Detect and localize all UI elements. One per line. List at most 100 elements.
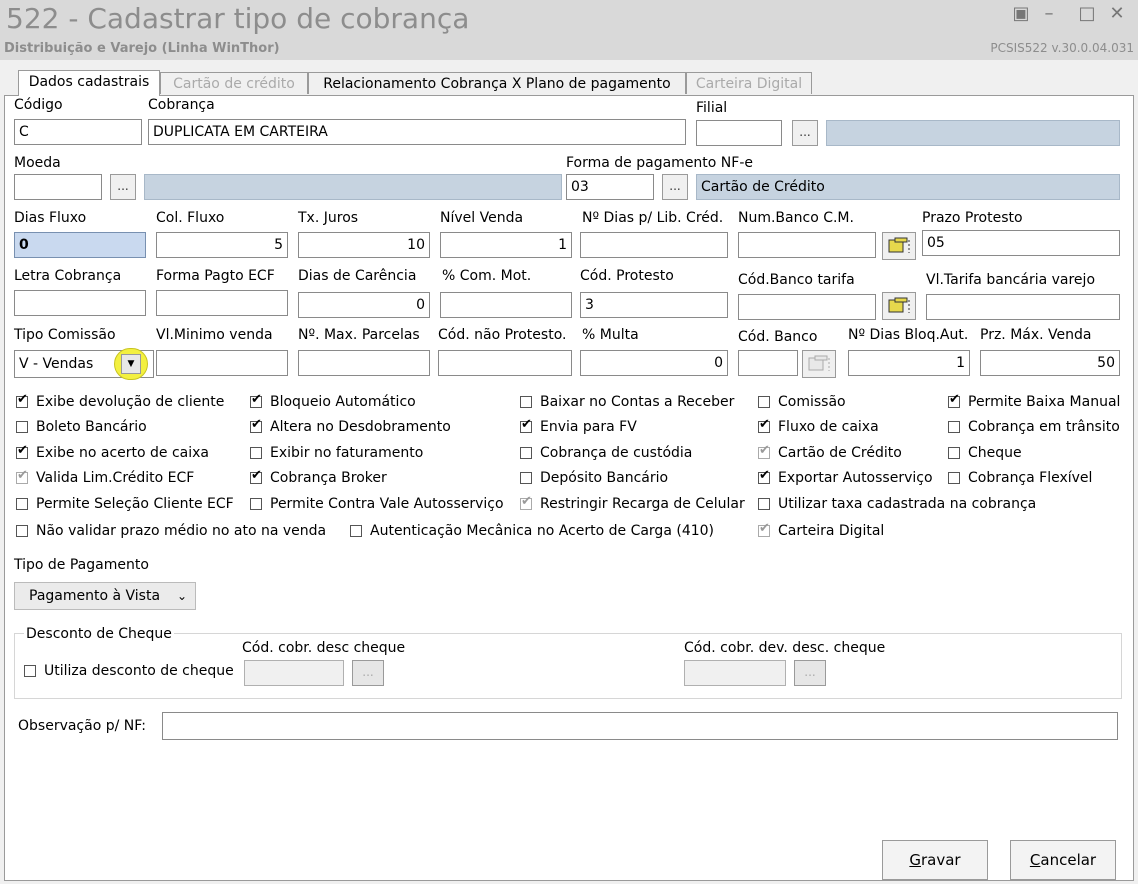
checkbox-box[interactable] xyxy=(520,472,532,484)
checkbox-box[interactable] xyxy=(520,447,532,459)
cod-banco-tarifa-search-icon[interactable] xyxy=(882,292,916,320)
checkbox-box[interactable]: ✔ xyxy=(250,393,262,408)
prz-max-venda-input[interactable]: 50 xyxy=(980,350,1120,376)
checkbox-cheque[interactable]: Cheque xyxy=(948,444,1022,462)
dias-fluxo-input[interactable]: 0 xyxy=(14,232,146,258)
checkbox-altera-desdobramento[interactable]: ✔ Altera no Desdobramento xyxy=(250,418,451,436)
tab-carteira-digital[interactable]: Carteira Digital xyxy=(686,72,812,94)
multa-input[interactable]: 0 xyxy=(580,350,728,376)
dias-carencia-input[interactable]: 0 xyxy=(298,292,430,318)
cod-banco-input[interactable] xyxy=(738,350,798,376)
checkbox-permite-baixa-manual[interactable]: ✔ Permite Baixa Manual xyxy=(948,393,1120,411)
checkbox-box[interactable] xyxy=(758,396,770,408)
checkbox-box[interactable] xyxy=(948,421,960,433)
cod-protesto-input[interactable]: 3 xyxy=(580,292,728,318)
checkbox-box[interactable] xyxy=(250,447,262,459)
vl-minimo-venda-input[interactable] xyxy=(156,350,288,376)
checkbox-cobranca-custodia[interactable]: Cobrança de custódia xyxy=(520,444,692,462)
cod-cobr-desc-cheque-search-button[interactable]: ... xyxy=(352,660,384,686)
cobranca-input[interactable]: DUPLICATA EM CARTEIRA xyxy=(148,119,686,145)
checkbox-valida-lim-credito[interactable]: ✔ Valida Lim.Crédito ECF xyxy=(16,469,194,487)
checkbox-box[interactable]: ✔ xyxy=(520,495,532,510)
cod-cobr-dev-desc-cheque-search-button[interactable]: ... xyxy=(794,660,826,686)
checkbox-permite-selecao-cliente[interactable]: Permite Seleção Cliente ECF xyxy=(16,495,234,513)
checkbox-box[interactable] xyxy=(24,665,36,677)
checkbox-box[interactable] xyxy=(758,498,770,510)
checkbox-box[interactable] xyxy=(16,525,28,537)
checkbox-bloqueio-automatico[interactable]: ✔ Bloqueio Automático xyxy=(250,393,416,411)
checkbox-exibir-faturamento[interactable]: Exibir no faturamento xyxy=(250,444,423,462)
chevron-down-icon[interactable]: ▼ xyxy=(121,354,141,374)
checkbox-box[interactable] xyxy=(350,525,362,537)
cod-cobr-dev-desc-cheque-input[interactable] xyxy=(684,660,786,686)
com-mot-input[interactable] xyxy=(440,292,572,318)
maximize-icon[interactable]: □ xyxy=(1076,4,1098,24)
checkbox-box[interactable] xyxy=(250,498,262,510)
checkbox-exportar-autosservico[interactable]: ✔ Exportar Autosserviço xyxy=(758,469,933,487)
checkbox-box[interactable] xyxy=(520,396,532,408)
vl-tarifa-input[interactable] xyxy=(926,294,1120,320)
filial-search-button[interactable]: ... xyxy=(792,120,818,146)
filial-input[interactable] xyxy=(696,120,782,146)
checkbox-utilizar-taxa[interactable]: Utilizar taxa cadastrada na cobrança xyxy=(758,495,1036,513)
checkbox-autenticacao-mecanica[interactable]: Autenticação Mecânica no Acerto de Carga… xyxy=(350,522,714,540)
checkbox-box[interactable]: ✔ xyxy=(250,418,262,433)
tipo-pagamento-select[interactable]: Pagamento à Vista ⌄ xyxy=(14,582,196,610)
checkbox-exibe-acerto-caixa[interactable]: ✔ Exibe no acerto de caixa xyxy=(16,444,209,462)
letra-cobranca-input[interactable] xyxy=(14,290,146,316)
cod-banco-tarifa-input[interactable] xyxy=(738,294,876,320)
checkbox-comissao[interactable]: Comissão xyxy=(758,393,846,411)
checkbox-box[interactable]: ✔ xyxy=(948,393,960,408)
cod-cobr-desc-cheque-input[interactable] xyxy=(244,660,344,686)
checkbox-nao-validar-prazo[interactable]: Não validar prazo médio no ato na venda xyxy=(16,522,326,540)
gravar-button[interactable]: Gravar xyxy=(882,840,988,880)
checkbox-box[interactable]: ✔ xyxy=(250,469,262,484)
tab-dados-cadastrais[interactable]: Dados cadastrais xyxy=(18,70,160,96)
tx-juros-input[interactable]: 10 xyxy=(298,232,430,258)
dias-bloq-aut-input[interactable]: 1 xyxy=(848,350,970,376)
moeda-search-button[interactable]: ... xyxy=(110,174,136,200)
minimize-icon[interactable]: – xyxy=(1038,4,1060,24)
checkbox-box[interactable]: ✔ xyxy=(758,444,770,459)
tab-relacionamento[interactable]: Relacionamento Cobrança X Plano de pagam… xyxy=(308,72,686,94)
checkbox-baixar-contas-receber[interactable]: Baixar no Contas a Receber xyxy=(520,393,734,411)
codigo-input[interactable]: C xyxy=(14,119,142,145)
checkbox-cobranca-broker[interactable]: ✔ Cobrança Broker xyxy=(250,469,387,487)
checkbox-box[interactable]: ✔ xyxy=(16,393,28,408)
checkbox-fluxo-caixa[interactable]: ✔ Fluxo de caixa xyxy=(758,418,879,436)
forma-pagamento-nfe-input[interactable]: 03 xyxy=(566,174,654,200)
nivel-venda-input[interactable]: 1 xyxy=(440,232,572,258)
cod-nao-protesto-input[interactable] xyxy=(438,350,572,376)
checkbox-carteira-digital[interactable]: ✔ Carteira Digital xyxy=(758,522,884,540)
dias-lib-cred-input[interactable] xyxy=(580,232,728,258)
checkbox-boleto-bancario[interactable]: Boleto Bancário xyxy=(16,418,147,436)
tab-cartao-credito[interactable]: Cartão de crédito xyxy=(160,72,308,94)
checkbox-envia-fv[interactable]: ✔ Envia para FV xyxy=(520,418,637,436)
checkbox-exibe-devolucao[interactable]: ✔ Exibe devolução de cliente xyxy=(16,393,224,411)
checkbox-cartao-credito[interactable]: ✔ Cartão de Crédito xyxy=(758,444,902,462)
prazo-protesto-input[interactable]: 05 xyxy=(922,230,1120,256)
checkbox-permite-contra-vale[interactable]: Permite Contra Vale Autosserviço xyxy=(250,495,504,513)
max-parcelas-input[interactable] xyxy=(298,350,430,376)
col-fluxo-input[interactable]: 5 xyxy=(156,232,288,258)
checkbox-box[interactable]: ✔ xyxy=(16,469,28,484)
cancelar-button[interactable]: Cancelar xyxy=(1010,840,1116,880)
checkbox-cobranca-flexivel[interactable]: Cobrança Flexível xyxy=(948,469,1092,487)
checkbox-utiliza-desconto-cheque[interactable]: Utiliza desconto de cheque xyxy=(24,662,234,680)
forma-pagamento-search-button[interactable]: ... xyxy=(662,174,688,200)
checkbox-box[interactable]: ✔ xyxy=(758,418,770,433)
restore-icon[interactable]: ▣ xyxy=(1010,4,1032,24)
checkbox-box[interactable]: ✔ xyxy=(758,522,770,537)
close-icon[interactable]: ✕ xyxy=(1106,4,1128,24)
num-banco-cm-input[interactable] xyxy=(738,232,876,258)
checkbox-box[interactable] xyxy=(16,498,28,510)
observacao-input[interactable] xyxy=(162,712,1118,740)
checkbox-box[interactable]: ✔ xyxy=(16,444,28,459)
num-banco-cm-search-icon[interactable] xyxy=(882,232,916,260)
checkbox-box[interactable]: ✔ xyxy=(758,469,770,484)
checkbox-cobranca-transito[interactable]: Cobrança em trânsito xyxy=(948,418,1120,436)
checkbox-deposito-bancario[interactable]: Depósito Bancário xyxy=(520,469,668,487)
checkbox-box[interactable] xyxy=(948,472,960,484)
checkbox-box[interactable]: ✔ xyxy=(520,418,532,433)
checkbox-restringir-recarga[interactable]: ✔ Restringir Recarga de Celular xyxy=(520,495,745,513)
